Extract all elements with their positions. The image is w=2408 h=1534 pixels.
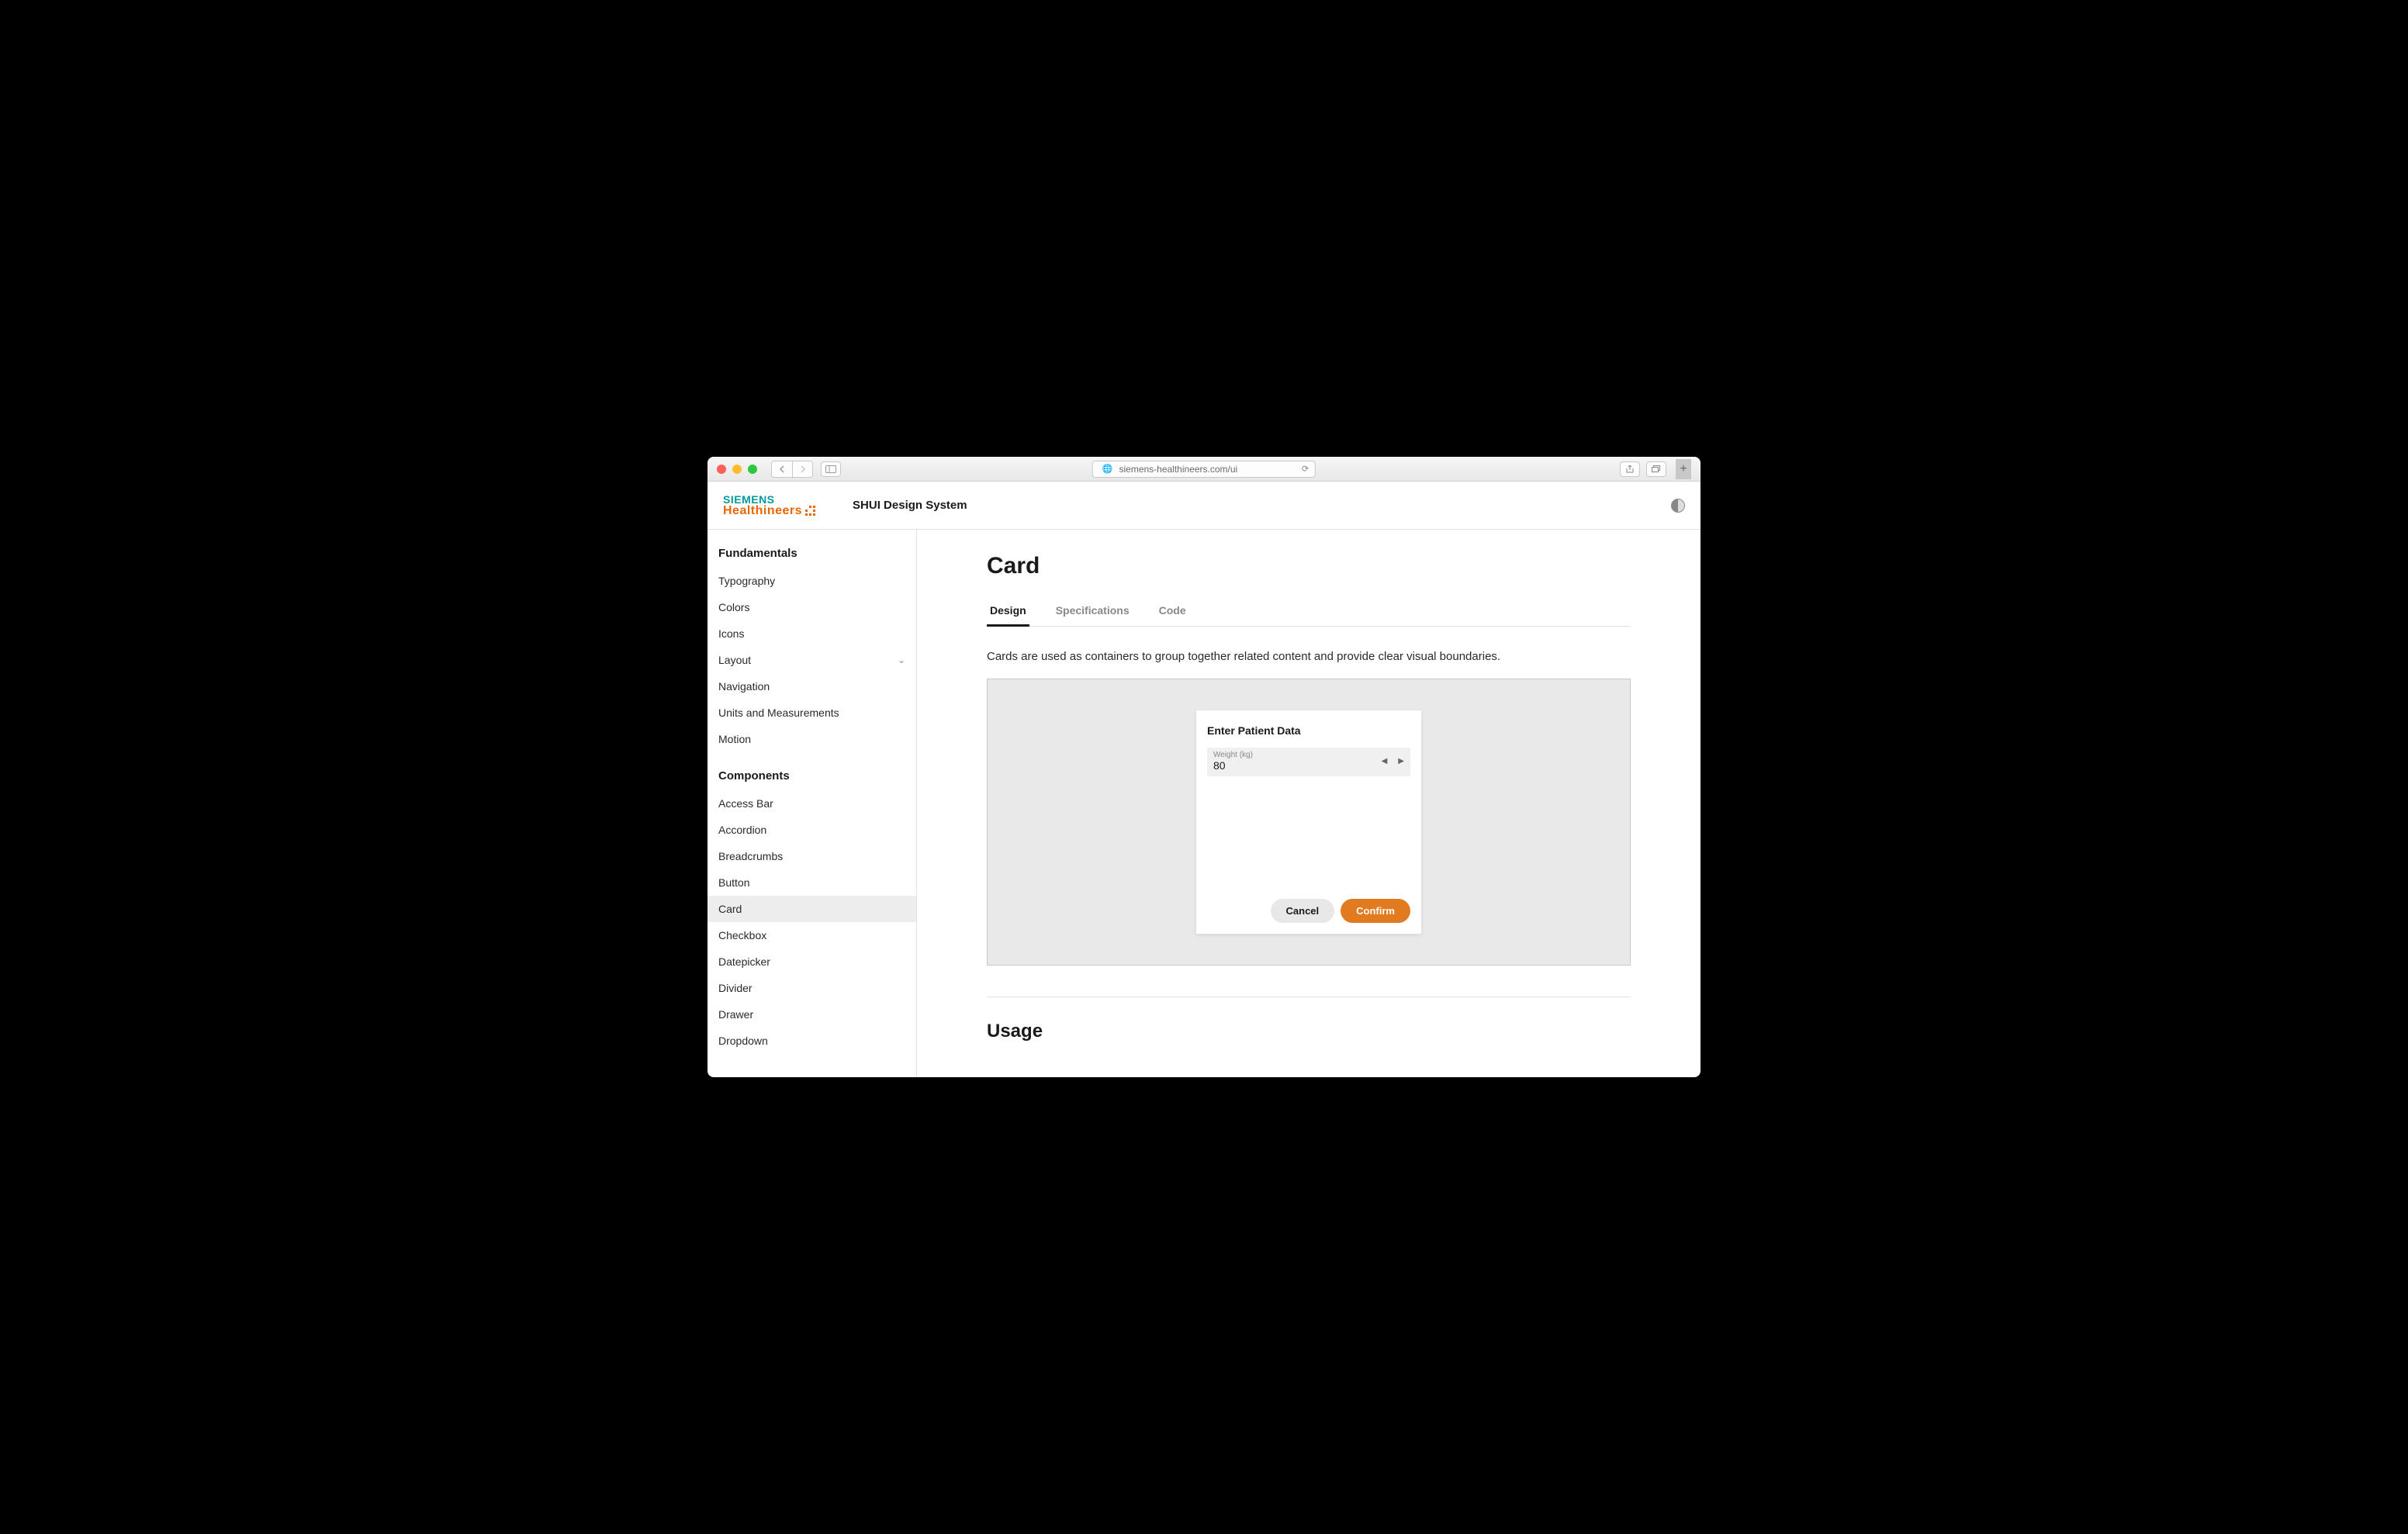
sidebar-item-typography[interactable]: Typography — [708, 568, 916, 594]
window-controls — [717, 465, 757, 474]
url-bar[interactable]: 🌐 siemens-healthineers.com/ui ⟳ — [1092, 461, 1316, 478]
sidebar-item-checkbox[interactable]: Checkbox — [708, 922, 916, 948]
share-button[interactable] — [1620, 461, 1640, 477]
chevron-down-icon: ⌄ — [898, 655, 905, 665]
forward-button[interactable] — [792, 461, 812, 477]
url-text: siemens-healthineers.com/ui — [1119, 464, 1237, 475]
logo-line2: Healthineers — [723, 505, 815, 517]
browser-chrome: 🌐 siemens-healthineers.com/ui ⟳ + — [708, 457, 1700, 482]
sidebar-item-navigation[interactable]: Navigation — [708, 673, 916, 700]
sidebar: Fundamentals Typography Colors Icons Lay… — [708, 530, 917, 1077]
sidebar-item-colors[interactable]: Colors — [708, 594, 916, 620]
sidebar-toggle-button[interactable] — [821, 461, 841, 477]
sidebar-item-divider[interactable]: Divider — [708, 975, 916, 1001]
stepper-value: 80 — [1213, 759, 1382, 772]
content-tabs: Design Specifications Code — [987, 596, 1631, 627]
sidebar-item-datepicker[interactable]: Datepicker — [708, 948, 916, 975]
logo-dots-icon — [805, 506, 815, 516]
maximize-window-button[interactable] — [748, 465, 757, 474]
tab-specifications[interactable]: Specifications — [1053, 596, 1133, 627]
logo-line1: SIEMENS — [723, 494, 815, 505]
sidebar-item-breadcrumbs[interactable]: Breadcrumbs — [708, 843, 916, 869]
refresh-icon[interactable]: ⟳ — [1302, 464, 1309, 474]
browser-window: 🌐 siemens-healthineers.com/ui ⟳ + SIEMEN… — [708, 457, 1700, 1077]
sidebar-item-layout[interactable]: Layout⌄ — [708, 647, 916, 673]
card-actions: Cancel Confirm — [1207, 899, 1410, 923]
sidebar-item-button[interactable]: Button — [708, 869, 916, 896]
card-title: Enter Patient Data — [1207, 724, 1410, 737]
cancel-button[interactable]: Cancel — [1271, 899, 1335, 923]
stepper-increase-icon[interactable]: ▶ — [1398, 757, 1404, 765]
app-header: SIEMENS Healthineers SHUI Design System — [708, 482, 1700, 530]
main-content: Card Design Specifications Code Cards ar… — [917, 530, 1700, 1077]
weight-stepper[interactable]: Weight (kg) 80 ◀ ▶ — [1207, 748, 1410, 776]
component-description: Cards are used as containers to group to… — [987, 650, 1631, 663]
sidebar-item-dropdown[interactable]: Dropdown — [708, 1028, 916, 1054]
app-body: Fundamentals Typography Colors Icons Lay… — [708, 530, 1700, 1077]
sidebar-item-motion[interactable]: Motion — [708, 726, 916, 752]
theme-toggle-icon[interactable] — [1671, 499, 1685, 513]
chrome-right-controls: + — [1620, 459, 1691, 479]
sidebar-section-fundamentals: Fundamentals — [708, 544, 916, 568]
stepper-label: Weight (kg) — [1213, 751, 1382, 759]
tab-design[interactable]: Design — [987, 596, 1029, 627]
example-preview: Enter Patient Data Weight (kg) 80 ◀ ▶ Ca… — [987, 679, 1631, 966]
sidebar-section-components: Components — [708, 766, 916, 790]
tabs-button[interactable] — [1646, 461, 1666, 477]
usage-heading: Usage — [987, 1021, 1631, 1042]
new-tab-button[interactable]: + — [1676, 459, 1691, 479]
stepper-decrease-icon[interactable]: ◀ — [1382, 757, 1388, 765]
back-button[interactable] — [772, 461, 792, 477]
nav-buttons — [771, 461, 813, 478]
tab-code[interactable]: Code — [1156, 596, 1189, 627]
sidebar-item-units[interactable]: Units and Measurements — [708, 700, 916, 726]
page-title: Card — [987, 553, 1631, 579]
sidebar-item-accordion[interactable]: Accordion — [708, 817, 916, 843]
close-window-button[interactable] — [717, 465, 726, 474]
sidebar-item-drawer[interactable]: Drawer — [708, 1001, 916, 1028]
sidebar-item-access-bar[interactable]: Access Bar — [708, 790, 916, 817]
minimize-window-button[interactable] — [732, 465, 742, 474]
brand-logo[interactable]: SIEMENS Healthineers — [723, 494, 815, 517]
app-title: SHUI Design System — [853, 499, 967, 512]
globe-icon: 🌐 — [1102, 464, 1113, 474]
confirm-button[interactable]: Confirm — [1341, 899, 1410, 923]
example-card: Enter Patient Data Weight (kg) 80 ◀ ▶ Ca… — [1196, 710, 1421, 934]
sidebar-item-card[interactable]: Card — [708, 896, 916, 922]
sidebar-item-icons[interactable]: Icons — [708, 620, 916, 647]
